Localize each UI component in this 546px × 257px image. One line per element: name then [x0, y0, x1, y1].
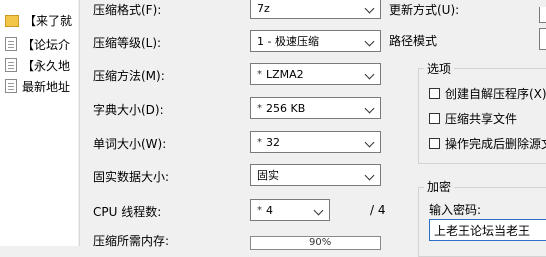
encryption-group-title: 加密 — [424, 178, 455, 195]
file-list-item[interactable]: 【永久地 — [0, 55, 78, 75]
cpu-threads-select[interactable]: * 4 — [250, 199, 330, 221]
shared-files-checkbox-row[interactable]: 压缩共享文件 — [429, 110, 517, 127]
solid-size-value: 固实 — [257, 169, 279, 182]
shared-files-checkbox-label: 压缩共享文件 — [445, 112, 518, 126]
options-group-title: 选项 — [424, 60, 455, 77]
add-to-archive-dialog: 压缩格式(F): 7z 压缩等级(L): 1 - 极速压缩 压缩方法(M): *… — [79, 0, 546, 257]
chevron-down-icon — [364, 3, 375, 14]
file-name: 【来了就 — [24, 13, 73, 28]
memory-usage-field: 90% — [250, 236, 381, 250]
word-size-value: 32 — [266, 135, 280, 149]
chevron-down-icon — [313, 205, 324, 216]
cpu-threads-value: 4 — [266, 203, 273, 217]
chevron-down-icon — [364, 69, 375, 80]
level-value: 1 - 极速压缩 — [257, 35, 319, 48]
default-marker: * — [257, 136, 262, 148]
document-icon — [5, 79, 17, 93]
solid-size-label: 固实数据大小: — [93, 170, 170, 184]
file-list-item[interactable]: 【论坛介 — [0, 34, 78, 54]
dict-size-label: 字典大小(D): — [93, 103, 164, 117]
method-value: LZMA2 — [266, 67, 304, 81]
memory-label: 压缩所需内存: — [93, 234, 170, 248]
level-select[interactable]: 1 - 极速压缩 — [250, 30, 381, 52]
format-value: 7z — [257, 1, 270, 15]
format-label: 压缩格式(F): — [93, 3, 162, 17]
path-mode-label: 路径模式 — [389, 34, 438, 48]
document-icon — [5, 37, 17, 51]
default-marker: * — [257, 204, 262, 216]
file-list-item[interactable]: 最新地址 — [0, 76, 78, 96]
word-size-label: 单词大小(W): — [93, 137, 167, 151]
sfx-checkbox-label: 创建自解压程序(X) — [445, 87, 546, 101]
path-mode-select[interactable] — [539, 28, 546, 50]
method-select[interactable]: * LZMA2 — [250, 63, 381, 85]
file-name: 【论坛介 — [22, 37, 71, 52]
file-list: 【来了就 【论坛介 【永久地 最新地址 — [0, 0, 78, 246]
dict-size-value: 256 KB — [266, 101, 306, 115]
chevron-down-icon — [364, 103, 375, 114]
update-mode-label: 更新方式(U): — [389, 3, 460, 17]
chevron-down-icon — [364, 170, 375, 181]
chevron-down-icon — [364, 137, 375, 148]
delete-after-checkbox[interactable] — [429, 138, 440, 149]
cpu-threads-total: / 4 — [370, 203, 386, 217]
default-marker: * — [257, 68, 262, 80]
password-value: 上老王论坛当老王 — [434, 223, 531, 238]
document-icon — [5, 58, 17, 72]
delete-after-checkbox-label: 操作完成后删除源文 — [445, 137, 546, 151]
word-size-select[interactable]: * 32 — [250, 131, 381, 153]
delete-after-checkbox-row[interactable]: 操作完成后删除源文 — [429, 135, 546, 152]
sfx-checkbox-row[interactable]: 创建自解压程序(X) — [429, 85, 546, 102]
password-label: 输入密码: — [429, 203, 482, 217]
update-mode-select[interactable] — [539, 7, 546, 23]
method-label: 压缩方法(M): — [93, 69, 165, 83]
folder-icon — [5, 15, 19, 27]
file-name: 【永久地 — [22, 58, 71, 73]
cpu-threads-label: CPU 线程数: — [93, 205, 162, 219]
file-name: 最新地址 — [22, 79, 71, 94]
password-input[interactable]: 上老王论坛当老王 — [429, 219, 546, 241]
format-select[interactable]: 7z — [250, 0, 381, 19]
chevron-down-icon — [364, 36, 375, 47]
sfx-checkbox[interactable] — [429, 88, 440, 99]
shared-files-checkbox[interactable] — [429, 113, 440, 124]
memory-value: 90% — [309, 237, 332, 248]
dict-size-select[interactable]: * 256 KB — [250, 97, 381, 119]
default-marker: * — [257, 102, 262, 114]
solid-size-select[interactable]: 固实 — [250, 164, 381, 186]
file-list-item[interactable]: 【来了就 — [0, 10, 78, 30]
level-label: 压缩等级(L): — [93, 36, 162, 50]
